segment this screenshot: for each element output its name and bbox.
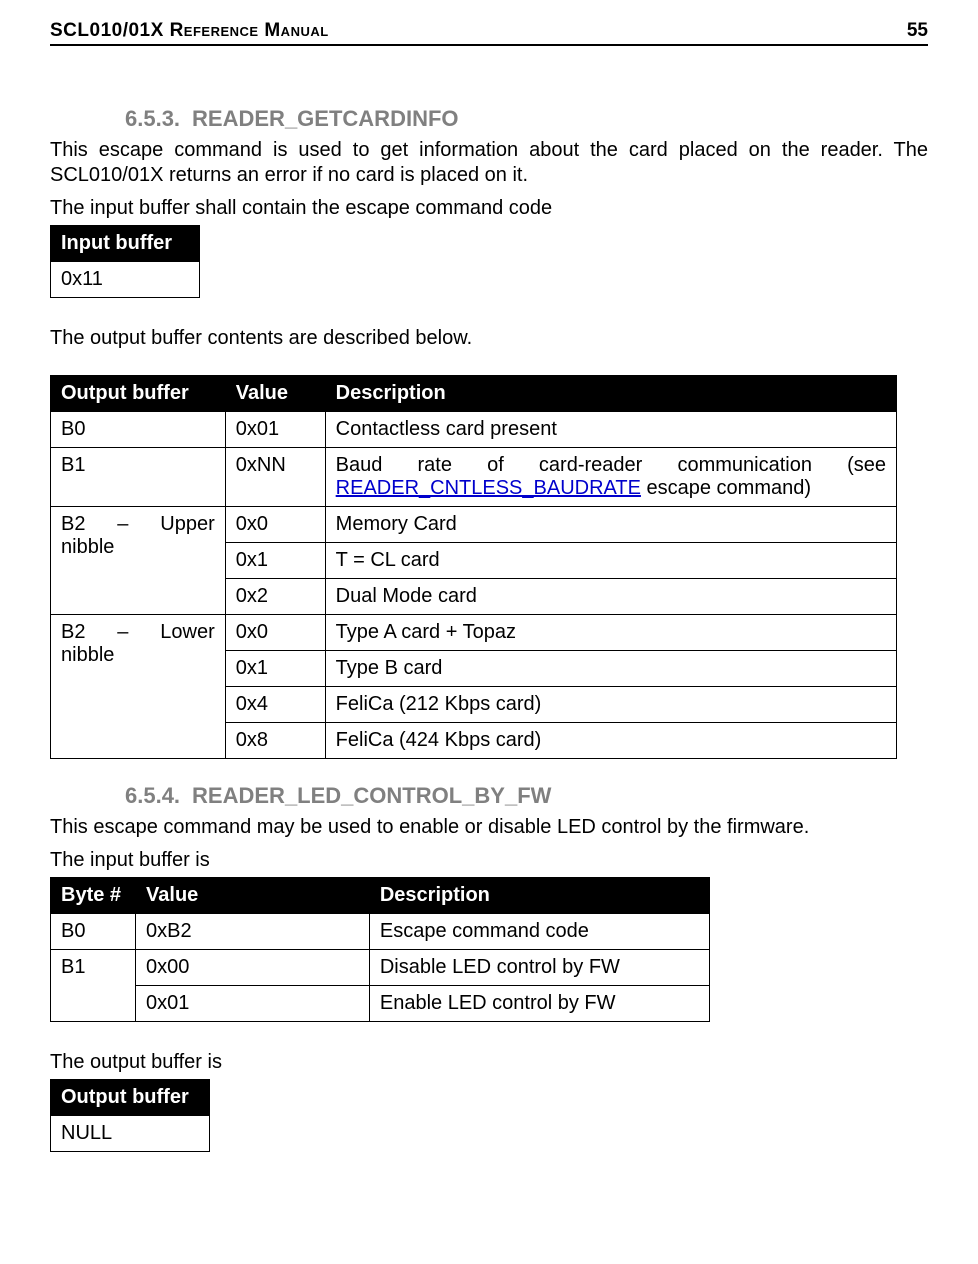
section-number: 6.5.3. [125, 106, 180, 131]
table-cell: 0xNN [225, 448, 325, 507]
table-cell: NULL [51, 1116, 210, 1152]
section-heading-654: 6.5.4. READER_LED_CONTROL_BY_FW [50, 783, 928, 809]
text-span: escape command) [641, 477, 811, 499]
table-cell: Disable LED control by FW [369, 950, 709, 986]
table-header: Input buffer [51, 226, 200, 262]
output-buffer-table: Output buffer Value Description B0 0x01 … [50, 375, 897, 759]
paragraph: The output buffer contents are described… [50, 326, 928, 351]
table-cell: 0x8 [225, 723, 325, 759]
table-row: B1 0xNN Baud rate of card-reader communi… [51, 448, 897, 507]
reader-cntless-baudrate-link[interactable]: READER_CNTLESS_BAUDRATE [336, 477, 641, 499]
table-cell: Type B card [325, 651, 896, 687]
doc-title: SCL010/01X Reference Manual [50, 20, 329, 42]
table-cell: Contactless card present [325, 412, 896, 448]
table-cell: 0x0 [225, 615, 325, 651]
table-header: Output buffer [51, 376, 226, 412]
table-cell: Escape command code [369, 914, 709, 950]
section-title: READER_LED_CONTROL_BY_FW [192, 783, 551, 808]
table-header: Output buffer [51, 1080, 210, 1116]
section-number: 6.5.4. [125, 783, 180, 808]
table-header: Value [225, 376, 325, 412]
paragraph: The output buffer is [50, 1050, 928, 1075]
paragraph: This escape command is used to get infor… [50, 138, 928, 188]
table-cell: 0x01 [136, 986, 370, 1022]
paragraph: This escape command may be used to enabl… [50, 815, 928, 840]
page-number: 55 [907, 20, 928, 42]
section-heading-653: 6.5.3. READER_GETCARDINFO [50, 106, 928, 132]
led-input-table: Byte # Value Description B0 0xB2 Escape … [50, 877, 710, 1022]
table-row: 0x01 Enable LED control by FW [51, 986, 710, 1022]
table-header: Value [136, 878, 370, 914]
table-cell: B0 [51, 412, 226, 448]
table-cell: 0x1 [225, 651, 325, 687]
paragraph: The input buffer is [50, 848, 928, 873]
table-cell: T = CL card [325, 543, 896, 579]
input-buffer-table: Input buffer 0x11 [50, 225, 200, 298]
table-cell: 0x11 [51, 262, 200, 298]
table-cell: B1 [51, 950, 136, 1022]
table-row: B2 – Uppernibble 0x0 Memory Card [51, 507, 897, 543]
section-title: READER_GETCARDINFO [192, 106, 458, 131]
table-cell: 0x0 [225, 507, 325, 543]
page-header: SCL010/01X Reference Manual 55 [50, 20, 928, 46]
table-cell: 0x00 [136, 950, 370, 986]
paragraph: The input buffer shall contain the escap… [50, 196, 928, 221]
text-line: Baud rate of card-reader communication (… [336, 454, 886, 477]
table-header: Byte # [51, 878, 136, 914]
output-null-table: Output buffer NULL [50, 1079, 210, 1152]
page-content: 6.5.3. READER_GETCARDINFO This escape com… [50, 106, 928, 1152]
table-cell: Dual Mode card [325, 579, 896, 615]
table-cell: 0xB2 [136, 914, 370, 950]
text-line: SCL010/01X returns an error if no card i… [50, 164, 528, 186]
table-cell: B0 [51, 914, 136, 950]
table-cell: B1 [51, 448, 226, 507]
table-header: Description [369, 878, 709, 914]
table-cell: 0x4 [225, 687, 325, 723]
table-row: B0 0xB2 Escape command code [51, 914, 710, 950]
table-cell: Memory Card [325, 507, 896, 543]
table-cell: FeliCa (212 Kbps card) [325, 687, 896, 723]
table-cell: FeliCa (424 Kbps card) [325, 723, 896, 759]
table-cell: 0x01 [225, 412, 325, 448]
table-row: B0 0x01 Contactless card present [51, 412, 897, 448]
table-cell: B2 – Lowernibble [51, 615, 226, 759]
table-row: B2 – Lowernibble 0x0 Type A card + Topaz [51, 615, 897, 651]
table-header: Description [325, 376, 896, 412]
table-cell: B2 – Uppernibble [51, 507, 226, 615]
table-cell: Baud rate of card-reader communication (… [325, 448, 896, 507]
table-cell: Enable LED control by FW [369, 986, 709, 1022]
table-row: B1 0x00 Disable LED control by FW [51, 950, 710, 986]
table-cell: Type A card + Topaz [325, 615, 896, 651]
page-container: SCL010/01X Reference Manual 55 6.5.3. REA… [0, 0, 978, 1192]
table-cell: 0x2 [225, 579, 325, 615]
text-line: This escape command is used to get infor… [50, 138, 928, 163]
table-cell: 0x1 [225, 543, 325, 579]
